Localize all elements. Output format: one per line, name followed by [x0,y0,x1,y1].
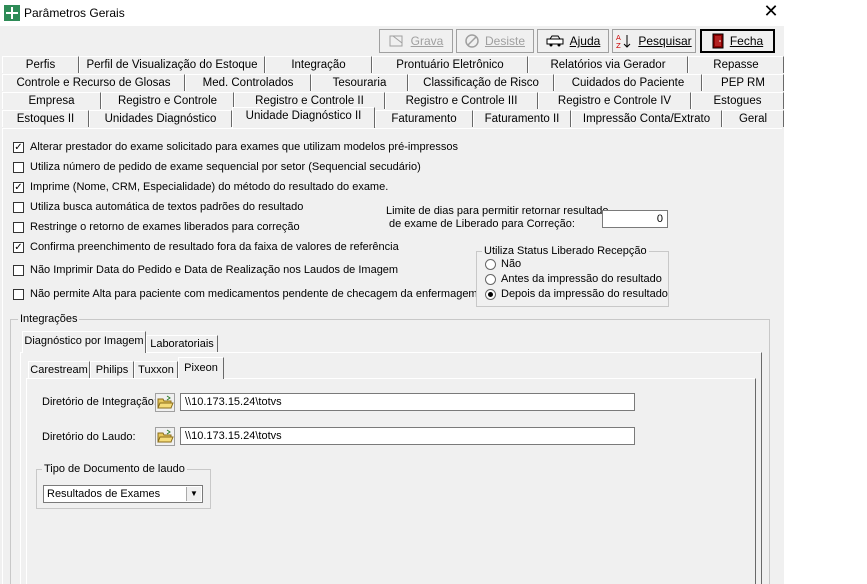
desiste-label: Desiste [484,34,525,48]
option-checkbox-2[interactable]: ✓ [13,182,24,193]
tipo-documento-value: Resultados de Exames [47,488,161,500]
tab-registro-controle-iv[interactable]: Registro e Controle IV [538,92,691,109]
option-label-5: Confirma preenchimento de resultado fora… [30,241,399,253]
status-radio-nao[interactable] [485,259,496,270]
option-checkbox-5[interactable]: ✓ [13,242,24,253]
tab-relatorios-via-gerador[interactable]: Relatórios via Gerador [528,56,688,73]
tab-faturamento[interactable]: Faturamento [375,110,473,127]
fecha-label: Fecha [729,34,764,48]
tab-cuidados-paciente[interactable]: Cuidados do Paciente [554,74,702,91]
tab-row-4: Estoques II Unidades Diagnóstico Unidade… [2,107,784,128]
ajuda-button[interactable]: Ajuda [537,29,609,53]
option-checkbox-6[interactable] [13,265,24,276]
tab-geral[interactable]: Geral [722,110,784,127]
tab-estogues[interactable]: Estogues [691,92,784,109]
title-bar: Parâmetros Gerais ✕ [0,0,784,26]
limite-label-line1: Limite de dias para permitir retornar re… [386,205,609,217]
tab-faturamento-ii[interactable]: Faturamento II [473,110,571,127]
tab-registro-controle[interactable]: Registro e Controle [101,92,234,109]
tipo-documento-select[interactable]: Resultados de Exames ▼ [43,485,203,503]
tab-empresa[interactable]: Empresa [2,92,101,109]
svg-text:Z: Z [616,42,621,49]
tab-philips[interactable]: Philips [90,361,134,379]
tab-perfis[interactable]: Perfis [2,56,79,73]
tab-controle-recurso-glosas[interactable]: Controle e Recurso de Glosas [2,74,185,91]
tab-laboratoriais[interactable]: Laboratoriais [146,335,218,353]
ajuda-label: Ajuda [569,34,601,48]
option-label-4: Restringe o retorno de exames liberados … [30,221,300,233]
option-checkbox-3[interactable] [13,202,24,213]
tab-perfil-visualizacao-estoque[interactable]: Perfil de Visualização do Estoque [79,56,265,73]
option-label-6: Não Imprimir Data do Pedido e Data de Re… [30,264,399,276]
tab-prontuario-eletronico[interactable]: Prontuário Eletrônico [372,56,528,73]
option-label-3: Utiliza busca automática de textos padrõ… [30,201,304,213]
desiste-icon [465,34,479,48]
status-radio-antes[interactable] [485,274,496,285]
folder-open-icon [157,429,174,443]
tab-carestream[interactable]: Carestream [28,361,90,379]
tab-estoques-ii[interactable]: Estoques II [2,110,89,127]
dir-laudo-label: Diretório do Laudo: [42,431,136,443]
limite-label-line2: de exame de Liberado para Correção: [389,218,575,230]
tab-pixeon[interactable]: Pixeon [178,357,224,379]
tab-pep-rm[interactable]: PEP RM [702,74,784,91]
tab-classificacao-risco[interactable]: Classificação de Risco [408,74,554,91]
dir-integracao-input[interactable]: \\10.173.15.24\totvs [180,393,635,411]
option-label-0: Alterar prestador do exame solicitado pa… [30,141,458,153]
option-checkbox-0[interactable]: ✓ [13,142,24,153]
integracoes-title: Integrações [18,313,80,325]
pesquisar-label: Pesquisar [638,34,692,48]
option-checkbox-4[interactable] [13,222,24,233]
tipo-documento-title: Tipo de Documento de laudo [42,463,187,475]
ajuda-car-icon [546,35,564,47]
dir-integracao-label: Diretório de Integração: [42,396,157,408]
close-window-icon[interactable]: ✕ [762,3,780,21]
status-radio-depois[interactable] [485,289,496,300]
fecha-button[interactable]: Fecha [700,29,775,53]
grava-button[interactable]: Grava [379,29,453,53]
tab-registro-controle-iii[interactable]: Registro e Controle III [385,92,538,109]
option-checkbox-7[interactable] [13,289,24,300]
option-label-1: Utiliza número de pedido de exame sequen… [30,161,421,173]
tab-tesouraria[interactable]: Tesouraria [311,74,408,91]
fecha-door-icon [712,33,724,49]
status-radio-depois-label: Depois da impressão do resultado [501,288,668,300]
tab-row-1: Perfis Perfil de Visualização do Estoque… [2,56,784,74]
tab-integracao[interactable]: Integração [265,56,372,73]
desiste-button[interactable]: Desiste [456,29,534,53]
status-radio-nao-label: Não [501,258,522,270]
option-label-2: Imprime (Nome, CRM, Especialidade) do mé… [30,181,389,193]
tab-tuxxon[interactable]: Tuxxon [134,361,178,379]
folder-open-icon [157,395,174,409]
option-checkbox-1[interactable] [13,162,24,173]
tab-unidade-diagnostico-ii[interactable]: Unidade Diagnóstico II [232,107,375,128]
dir-laudo-input[interactable]: \\10.173.15.24\totvs [180,427,635,445]
grava-label: Grava [410,34,444,48]
limite-dias-input[interactable]: 0 [602,210,668,228]
tab-unidades-diagnostico[interactable]: Unidades Diagnóstico [89,110,232,127]
parametros-gerais-window: Parâmetros Gerais ✕ Grava Desiste Ajuda … [0,0,784,584]
tab-row-3: Empresa Registro e Controle Registro e C… [2,92,784,110]
pesquisar-button[interactable]: AZ Pesquisar [612,29,696,53]
tab-diagnostico-por-imagem[interactable]: Diagnóstico por Imagem [22,331,146,353]
window-title: Parâmetros Gerais [24,6,125,20]
grava-icon [389,35,403,47]
dir-laudo-browse-button[interactable] [155,427,175,446]
chevron-down-icon[interactable]: ▼ [186,487,201,501]
status-radio-antes-label: Antes da impressão do resultado [501,273,662,285]
status-liberado-title: Utiliza Status Liberado Recepção [482,245,649,257]
svg-text:A: A [616,34,621,42]
dir-integracao-browse-button[interactable] [155,393,175,412]
option-label-7: Não permite Alta para paciente com medic… [30,288,478,300]
tab-impressao-conta-extrato[interactable]: Impressão Conta/Extrato [571,110,722,127]
tab-repasse[interactable]: Repasse [688,56,784,73]
pesquisar-sort-icon: AZ [616,34,631,49]
tab-row-2: Controle e Recurso de Glosas Med. Contro… [2,74,784,92]
app-plus-icon [4,5,20,21]
tab-med-controlados[interactable]: Med. Controlados [185,74,311,91]
